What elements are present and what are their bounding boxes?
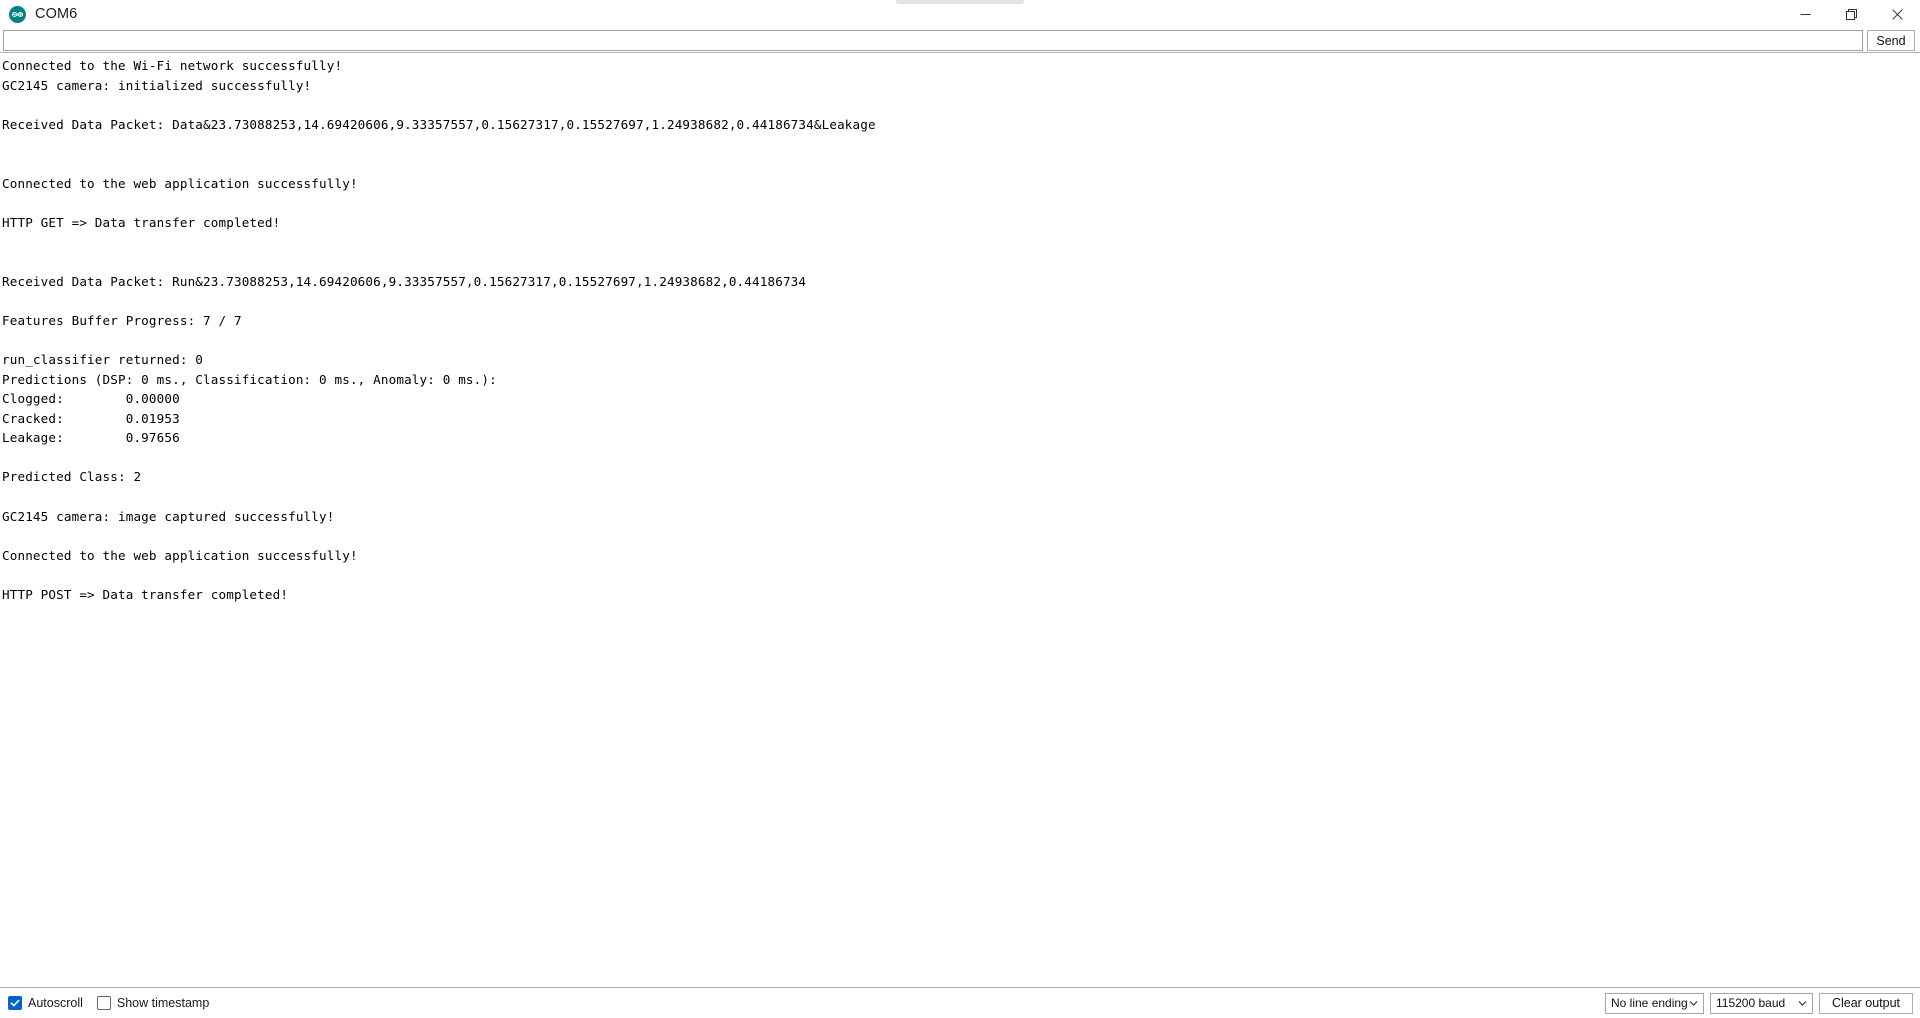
- minimize-icon[interactable]: [1782, 0, 1828, 29]
- chevron-down-icon: [1798, 999, 1807, 1008]
- console-line: Connected to the Wi-Fi network successfu…: [2, 58, 343, 73]
- show-timestamp-checkbox[interactable]: Show timestamp: [96, 996, 210, 1010]
- console-output[interactable]: Connected to the Wi-Fi network successfu…: [0, 53, 1920, 987]
- console-line: Clogged: 0.00000: [2, 391, 180, 407]
- console-line: GC2145 camera: image captured successful…: [2, 508, 335, 524]
- console-line: Cracked: 0.01953: [2, 410, 180, 426]
- send-bar: Send: [0, 29, 1920, 52]
- title-bar: COM6: [0, 0, 1920, 29]
- send-button[interactable]: Send: [1867, 30, 1915, 51]
- console-line: Connected to the web application success…: [2, 547, 358, 563]
- line-ending-select[interactable]: No line ending: [1605, 992, 1704, 1014]
- serial-send-input[interactable]: [3, 30, 1863, 51]
- window-controls: [1782, 0, 1920, 29]
- console-line: HTTP GET => Data transfer completed!: [2, 214, 281, 230]
- console-line: Predictions (DSP: 0 ms., Classification:…: [2, 371, 497, 387]
- console-line: Leakage: 0.97656: [2, 430, 180, 446]
- console-line: GC2145 camera: initialized successfully!: [2, 77, 312, 93]
- show-timestamp-label: Show timestamp: [116, 996, 210, 1010]
- status-bar: Autoscroll Show timestamp No line ending…: [0, 988, 1920, 1018]
- autoscroll-label: Autoscroll: [28, 996, 83, 1010]
- line-ending-value: No line ending: [1611, 996, 1688, 1010]
- window-title: COM6: [35, 6, 78, 22]
- close-icon[interactable]: [1874, 0, 1920, 29]
- console-line: run_classifier returned: 0: [2, 351, 204, 367]
- show-timestamp-checkbox-box[interactable]: [96, 996, 111, 1010]
- console-line: Features Buffer Progress: 7 / 7: [2, 312, 242, 328]
- autoscroll-checkbox-box[interactable]: [8, 996, 22, 1010]
- console-line: Received Data Packet: Data&23.73088253,1…: [2, 116, 876, 132]
- baud-rate-select[interactable]: 115200 baud: [1710, 992, 1813, 1014]
- console-line: HTTP POST => Data transfer completed!: [2, 587, 289, 603]
- console-line: Predicted Class: 2: [2, 469, 142, 485]
- arduino-logo-icon: [9, 5, 26, 23]
- console-line: Connected to the web application success…: [2, 175, 358, 191]
- console-panel: Connected to the Wi-Fi network successfu…: [0, 52, 1920, 988]
- restore-icon[interactable]: [1828, 0, 1874, 29]
- serial-monitor-window: COM6 Send Connected to the Wi-Fi network…: [0, 0, 1920, 1018]
- baud-rate-value: 115200 baud: [1716, 996, 1786, 1010]
- window-drag-handle[interactable]: [896, 0, 1024, 4]
- chevron-down-icon: [1689, 999, 1698, 1008]
- clear-output-button[interactable]: Clear output: [1819, 992, 1913, 1014]
- autoscroll-checkbox[interactable]: Autoscroll: [8, 996, 83, 1010]
- console-line: Received Data Packet: Run&23.73088253,14…: [2, 273, 807, 289]
